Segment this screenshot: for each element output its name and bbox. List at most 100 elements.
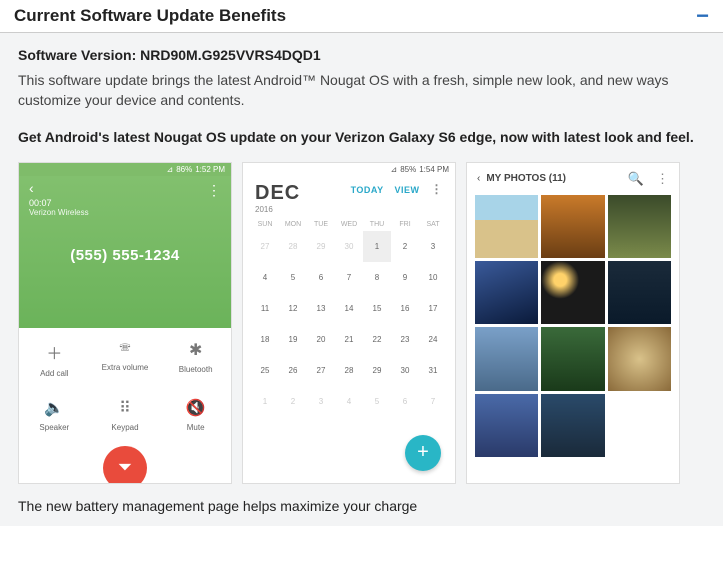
speaker-button[interactable]: 🔈 Speaker	[19, 386, 90, 440]
photo-thumbnail[interactable]	[475, 261, 538, 324]
calendar-day[interactable]: 20	[307, 324, 335, 355]
calendar-day[interactable]: 28	[279, 231, 307, 262]
calendar-day[interactable]: 10	[419, 262, 447, 293]
bluetooth-label: Bluetooth	[179, 365, 213, 374]
battery-pct: 86%	[176, 165, 192, 174]
calendar-day[interactable]: 14	[335, 293, 363, 324]
phone-number: (555) 555-1234	[29, 247, 221, 264]
back-icon[interactable]: ‹	[29, 180, 34, 196]
dow-label: THU	[363, 218, 391, 231]
calendar-day[interactable]: 15	[363, 293, 391, 324]
speaker-icon: 🔈	[19, 398, 90, 418]
calendar-day[interactable]: 5	[363, 386, 391, 417]
today-link[interactable]: TODAY	[351, 185, 384, 195]
view-link[interactable]: VIEW	[394, 185, 419, 195]
status-bar: ⊿ 86% 1:52 PM	[19, 163, 231, 176]
add-call-button[interactable]: ＋ Add call	[19, 328, 90, 386]
calendar-grid: SUNMONTUEWEDTHUFRISAT2728293012345678910…	[243, 218, 455, 417]
dow-label: WED	[335, 218, 363, 231]
gallery-grid	[467, 195, 679, 465]
calendar-day[interactable]: 7	[419, 386, 447, 417]
calendar-day[interactable]: 19	[279, 324, 307, 355]
dow-label: FRI	[391, 218, 419, 231]
calendar-day[interactable]: 1	[363, 231, 391, 262]
calendar-day[interactable]: 29	[363, 355, 391, 386]
more-icon[interactable]: ⋮	[431, 182, 444, 196]
calendar-day[interactable]: 16	[391, 293, 419, 324]
calendar-day[interactable]: 5	[279, 262, 307, 293]
extra-volume-button[interactable]: 🕾 Extra volume	[90, 328, 161, 386]
photo-thumbnail[interactable]	[608, 195, 671, 258]
calendar-day[interactable]: 24	[419, 324, 447, 355]
calendar-day[interactable]: 4	[335, 386, 363, 417]
calendar-day[interactable]: 17	[419, 293, 447, 324]
mute-label: Mute	[187, 423, 205, 432]
calendar-day[interactable]: 23	[391, 324, 419, 355]
call-actions-grid: ＋ Add call 🕾 Extra volume ✱ Bluetooth 🔈 …	[19, 328, 231, 440]
keypad-button[interactable]: ⠿ Keypad	[90, 386, 161, 440]
hangup-button[interactable]: ⏷	[103, 446, 147, 484]
screenshot-row: ⊿ 86% 1:52 PM ‹ ⋮ 00:07 Verizon Wireless…	[18, 162, 705, 484]
calendar-links: TODAY VIEW ⋮	[343, 182, 443, 196]
calendar-day[interactable]: 2	[279, 386, 307, 417]
calendar-day[interactable]: 3	[307, 386, 335, 417]
calendar-day[interactable]: 29	[307, 231, 335, 262]
calendar-day[interactable]: 18	[251, 324, 279, 355]
calendar-day[interactable]: 31	[419, 355, 447, 386]
dow-label: SUN	[251, 218, 279, 231]
calendar-day[interactable]: 27	[251, 231, 279, 262]
calendar-day[interactable]: 12	[279, 293, 307, 324]
plus-icon: +	[417, 441, 429, 464]
keypad-icon: ⠿	[90, 398, 161, 418]
extra-volume-icon: 🕾	[90, 340, 161, 358]
calendar-day[interactable]: 22	[363, 324, 391, 355]
calendar-day[interactable]: 11	[251, 293, 279, 324]
photo-thumbnail[interactable]	[541, 261, 604, 324]
photo-thumbnail[interactable]	[608, 261, 671, 324]
photo-thumbnail[interactable]	[608, 327, 671, 390]
photo-thumbnail[interactable]	[475, 327, 538, 390]
dow-label: TUE	[307, 218, 335, 231]
collapse-icon[interactable]: −	[696, 9, 709, 23]
calendar-day[interactable]: 30	[335, 231, 363, 262]
calendar-header: DEC 2016 TODAY VIEW ⋮	[243, 176, 455, 218]
calendar-day[interactable]: 8	[363, 262, 391, 293]
calendar-day[interactable]: 25	[251, 355, 279, 386]
more-icon[interactable]: ⋮	[207, 182, 221, 199]
calendar-day[interactable]: 4	[251, 262, 279, 293]
calendar-day[interactable]: 6	[307, 262, 335, 293]
mute-button[interactable]: 🔇 Mute	[160, 386, 231, 440]
subheading-text: Get Android's latest Nougat OS update on…	[18, 128, 705, 148]
calendar-day[interactable]: 3	[419, 231, 447, 262]
search-icon[interactable]: 🔍	[628, 171, 644, 187]
back-icon[interactable]: ‹	[477, 173, 480, 184]
calendar-day[interactable]: 6	[391, 386, 419, 417]
photo-thumbnail[interactable]	[541, 394, 604, 457]
bluetooth-icon: ✱	[160, 340, 231, 360]
photo-thumbnail[interactable]	[475, 394, 538, 457]
section-content: Software Version: NRD90M.G925VVRS4DQD1 T…	[0, 33, 723, 526]
calendar-day[interactable]: 28	[335, 355, 363, 386]
calendar-day[interactable]: 13	[307, 293, 335, 324]
extra-volume-label: Extra volume	[102, 363, 149, 372]
photo-thumbnail[interactable]	[475, 195, 538, 258]
calendar-day[interactable]: 27	[307, 355, 335, 386]
add-call-label: Add call	[40, 369, 68, 378]
calendar-day[interactable]: 9	[391, 262, 419, 293]
bluetooth-button[interactable]: ✱ Bluetooth	[160, 328, 231, 386]
status-time: 1:54 PM	[419, 165, 449, 174]
calendar-day[interactable]: 26	[279, 355, 307, 386]
more-icon[interactable]: ⋮	[656, 171, 669, 187]
calendar-day[interactable]: 21	[335, 324, 363, 355]
calendar-day[interactable]: 7	[335, 262, 363, 293]
call-timer: 00:07	[29, 198, 221, 208]
calendar-day[interactable]: 1	[251, 386, 279, 417]
calendar-day[interactable]: 2	[391, 231, 419, 262]
calendar-day[interactable]: 30	[391, 355, 419, 386]
photo-thumbnail[interactable]	[541, 327, 604, 390]
keypad-label: Keypad	[111, 423, 138, 432]
screenshot-phone-call: ⊿ 86% 1:52 PM ‹ ⋮ 00:07 Verizon Wireless…	[18, 162, 232, 484]
photo-thumbnail[interactable]	[541, 195, 604, 258]
add-event-fab[interactable]: +	[405, 435, 441, 471]
battery-pct: 85%	[400, 165, 416, 174]
